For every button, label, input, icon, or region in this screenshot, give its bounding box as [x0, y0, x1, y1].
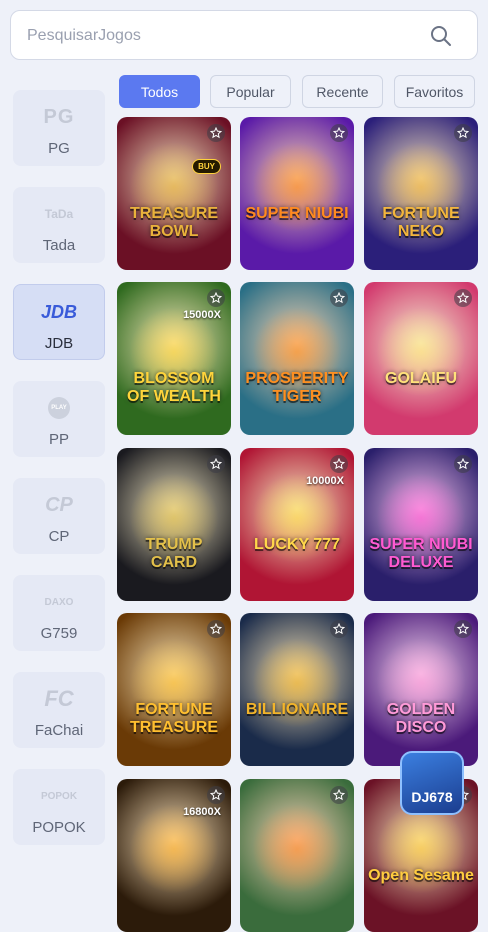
sidebar-item-jdb[interactable]: JDB JDB: [13, 284, 105, 360]
pg-logo-icon: PG: [43, 105, 75, 128]
cp-logo-icon: CP: [45, 493, 73, 516]
game-card[interactable]: 16800X: [117, 779, 231, 932]
favorite-star-icon[interactable]: [207, 124, 225, 142]
sidebar-item-label: JDB: [44, 335, 74, 352]
sidebar-item-label: PP: [48, 431, 69, 448]
game-card[interactable]: TRUMP CARD: [117, 448, 231, 601]
favorite-star-icon[interactable]: [454, 455, 472, 473]
sidebar-item-fachai[interactable]: FC FaChai: [13, 672, 105, 748]
search-icon[interactable]: [429, 24, 453, 48]
sidebar-item-g759[interactable]: DAXO G759: [13, 575, 105, 651]
game-title: GOLAIFU: [385, 370, 457, 387]
game-card[interactable]: BUY TREASURE BOWL: [117, 117, 231, 270]
favorite-star-icon[interactable]: [207, 455, 225, 473]
game-title: Open Sesame: [368, 867, 474, 884]
game-card[interactable]: FORTUNE TREASURE: [117, 613, 231, 766]
game-card[interactable]: [240, 779, 354, 932]
favorite-star-icon[interactable]: [330, 620, 348, 638]
pp-logo-icon: PLAY: [13, 395, 105, 421]
favorite-star-icon[interactable]: [330, 455, 348, 473]
game-card[interactable]: BILLIONAIRE: [240, 613, 354, 766]
game-card[interactable]: GOLAIFU: [364, 282, 478, 435]
game-title: BILLIONAIRE: [245, 701, 349, 718]
favorite-star-icon[interactable]: [207, 786, 225, 804]
favorite-star-icon[interactable]: [207, 620, 225, 638]
game-title: SUPER NIUBI: [245, 205, 349, 222]
game-card[interactable]: GOLDEN DISCO: [364, 613, 478, 766]
multiplier-badge: 16800X: [183, 806, 221, 818]
popok-logo-icon: POPOK: [40, 790, 78, 802]
favorite-star-icon[interactable]: [330, 786, 348, 804]
multiplier-badge: 15000X: [183, 309, 221, 321]
dj678-logo-text: DJ678: [411, 789, 453, 805]
tada-logo-icon: TaDa: [44, 207, 74, 221]
favorite-star-icon[interactable]: [454, 289, 472, 307]
game-title: BLOSSOM OF WEALTH: [127, 370, 221, 405]
sidebar-item-label: Tada: [42, 237, 76, 254]
sidebar-item-label: POPOK: [32, 819, 86, 836]
tab-favoritos[interactable]: Favoritos: [394, 75, 475, 108]
dj678-logo[interactable]: DJ678: [400, 751, 464, 815]
favorite-star-icon[interactable]: [330, 124, 348, 142]
game-title: GOLDEN DISCO: [386, 701, 456, 736]
game-title: TREASURE BOWL: [129, 205, 218, 240]
fachai-logo-icon: FC: [44, 686, 74, 711]
sidebar-item-label: FaChai: [34, 722, 84, 739]
game-art-glow: [252, 804, 342, 895]
sidebar-item-cp[interactable]: CP CP: [13, 478, 105, 554]
game-card[interactable]: 15000X BLOSSOM OF WEALTH: [117, 282, 231, 435]
game-title: TRUMP CARD: [145, 536, 203, 571]
game-title: PROSPERITY TIGER: [245, 370, 349, 405]
tab-recente[interactable]: Recente: [302, 75, 383, 108]
sidebar-item-label: G759: [40, 625, 78, 642]
game-card[interactable]: FORTUNE NEKO: [364, 117, 478, 270]
jdb-logo-icon: JDB: [40, 301, 77, 322]
game-title: LUCKY 777: [254, 536, 340, 553]
multiplier-badge: 10000X: [306, 475, 344, 487]
buy-badge: BUY: [192, 159, 221, 174]
search-input[interactable]: [25, 23, 409, 49]
pp-logo-text: PLAY: [48, 397, 70, 419]
favorite-star-icon[interactable]: [454, 124, 472, 142]
game-title: FORTUNE NEKO: [382, 205, 460, 240]
g759-logo-icon: DAXO: [44, 596, 74, 608]
game-card[interactable]: SUPER NIUBI: [240, 117, 354, 270]
favorite-star-icon[interactable]: [454, 620, 472, 638]
favorite-star-icon[interactable]: [207, 289, 225, 307]
game-card[interactable]: 10000X LUCKY 777: [240, 448, 354, 601]
game-title: SUPER NIUBI DELUXE: [369, 536, 473, 571]
game-card[interactable]: SUPER NIUBI DELUXE: [364, 448, 478, 601]
sidebar-item-label: PG: [48, 140, 70, 157]
sidebar-item-popok[interactable]: POPOK POPOK: [13, 769, 105, 845]
sidebar-item-pp[interactable]: PLAY PP: [13, 381, 105, 457]
sidebar-item-label: CP: [48, 528, 70, 545]
tab-popular[interactable]: Popular: [210, 75, 291, 108]
favorite-star-icon[interactable]: [330, 289, 348, 307]
sidebar-item-pg[interactable]: PG PG: [13, 90, 105, 166]
tab-todos[interactable]: Todos: [119, 75, 200, 108]
game-title: FORTUNE TREASURE: [129, 701, 218, 736]
sidebar-item-tada[interactable]: TaDa Tada: [13, 187, 105, 263]
game-card[interactable]: PROSPERITY TIGER: [240, 282, 354, 435]
search-bar: [10, 10, 478, 60]
